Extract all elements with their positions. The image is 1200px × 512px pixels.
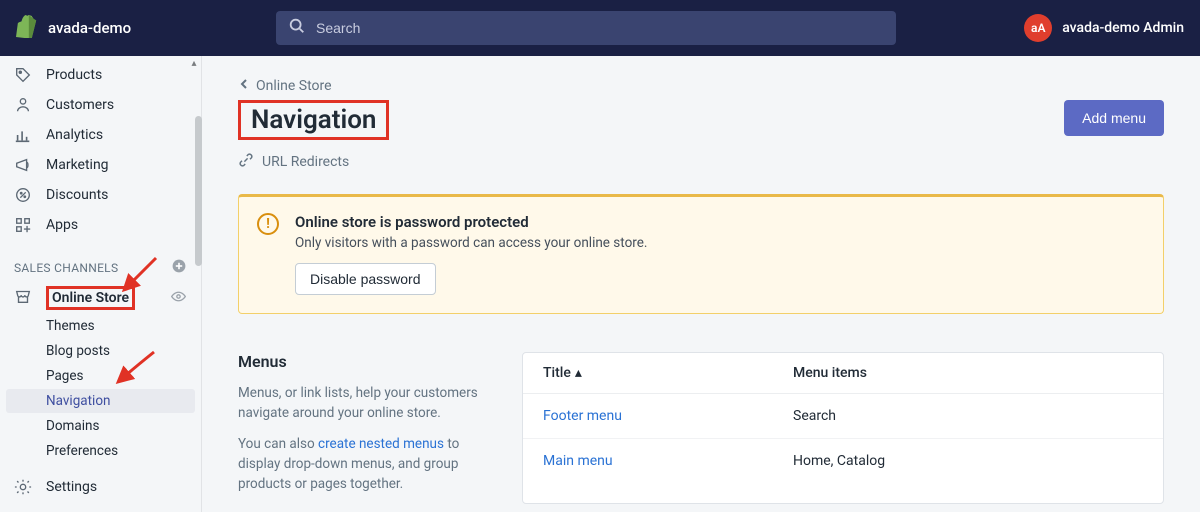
nested-menus-link[interactable]: create nested menus [318,436,444,452]
add-channel-icon[interactable] [171,258,187,277]
search-bar[interactable] [276,11,896,45]
sub-nav-navigation[interactable]: Navigation [6,389,195,413]
sub-nav-blog-posts[interactable]: Blog posts [0,339,201,363]
brand-name: avada-demo [48,19,131,37]
shopify-logo-icon [16,14,38,42]
person-icon [14,96,32,114]
menu-title-link[interactable]: Main menu [543,453,793,469]
nav-label: Analytics [46,127,103,143]
nav-label: Customers [46,97,114,113]
url-redirects-link[interactable]: URL Redirects [238,152,389,172]
url-redirects-label: URL Redirects [262,154,349,170]
eye-icon[interactable] [170,288,187,309]
megaphone-icon [14,156,32,174]
search-icon [288,17,306,39]
menus-heading: Menus [238,352,498,371]
link-icon [238,152,254,172]
apps-icon [14,216,32,234]
username: avada-demo Admin [1062,20,1184,36]
table-row[interactable]: Footer menu Search [523,394,1163,439]
col-title-header[interactable]: Title ▴ [543,365,793,381]
breadcrumb-label: Online Store [256,78,332,94]
scroll-up-icon[interactable]: ▴ [187,56,201,70]
main-content: Online Store Navigation URL Redirects Ad… [202,56,1200,512]
menu-title-link[interactable]: Footer menu [543,408,793,424]
nav-label: Settings [46,479,97,495]
discount-icon [14,186,32,204]
nav-label: Products [46,67,102,83]
highlight-online-store: Online Store [46,286,135,310]
sub-nav-preferences[interactable]: Preferences [0,439,201,463]
col-items-header[interactable]: Menu items [793,365,867,381]
warning-icon: ! [257,213,279,235]
menus-table: Title ▴ Menu items Footer menu Search Ma… [522,352,1164,504]
add-menu-button[interactable]: Add menu [1064,100,1164,136]
banner-title: Online store is password protected [295,213,647,231]
sidebar-item-products[interactable]: Products [0,60,201,90]
store-icon [14,287,32,309]
banner-text: Only visitors with a password can access… [295,235,647,251]
menu-items-cell: Home, Catalog [793,453,885,469]
search-input[interactable] [316,20,884,36]
menus-description: Menus Menus, or link lists, help your cu… [238,352,498,504]
password-banner: ! Online store is password protected Onl… [238,194,1164,314]
nav-label: Apps [46,217,78,233]
sub-nav-domains[interactable]: Domains [0,414,201,438]
avatar: aA [1024,14,1052,42]
sidebar-item-analytics[interactable]: Analytics [0,120,201,150]
sub-nav-pages[interactable]: Pages [0,364,201,388]
gear-icon [14,478,32,496]
scrollbar-thumb[interactable] [195,116,202,266]
menus-para-1: Menus, or link lists, help your customer… [238,383,498,424]
nav-label: Discounts [46,187,108,203]
bar-chart-icon [14,126,32,144]
section-label: SALES CHANNELS [14,261,118,275]
breadcrumb[interactable]: Online Store [238,78,1164,94]
sidebar-item-discounts[interactable]: Discounts [0,180,201,210]
page-title: Navigation [247,105,380,135]
channel-label: Online Store [52,290,129,306]
highlight-page-title: Navigation [238,100,389,140]
chevron-left-icon [238,78,250,94]
sidebar-item-apps[interactable]: Apps [0,210,201,240]
sort-asc-icon: ▴ [575,365,582,381]
sub-nav-themes[interactable]: Themes [0,314,201,338]
user-menu[interactable]: aA avada-demo Admin [1024,14,1184,42]
nav-label: Marketing [46,157,109,173]
brand-area[interactable]: avada-demo [16,14,276,42]
sidebar-item-online-store[interactable]: Online Store [14,286,135,310]
sidebar-item-settings[interactable]: Settings [0,472,201,502]
tag-icon [14,66,32,84]
top-bar: avada-demo aA avada-demo Admin [0,0,1200,56]
sidebar: ▴ Products Customers Analytics Marketing… [0,56,202,512]
menus-para-2: You can also create nested menus to disp… [238,434,498,495]
sidebar-item-marketing[interactable]: Marketing [0,150,201,180]
menu-items-cell: Search [793,408,836,424]
table-row[interactable]: Main menu Home, Catalog [523,439,1163,483]
sidebar-item-customers[interactable]: Customers [0,90,201,120]
disable-password-button[interactable]: Disable password [295,263,436,295]
sales-channels-header: SALES CHANNELS [0,240,201,283]
